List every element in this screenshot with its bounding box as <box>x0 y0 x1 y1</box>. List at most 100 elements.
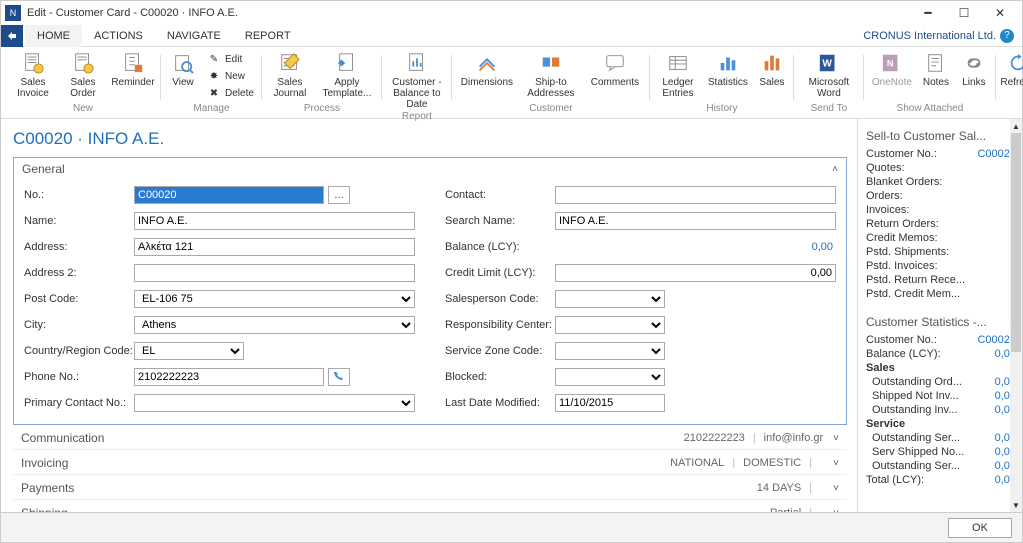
fasttab-communication-title: Communication <box>21 431 104 445</box>
factbox-key: Credit Memos: <box>866 232 938 244</box>
label-salesperson: Salesperson Code: <box>445 293 555 305</box>
ledger-entries-button[interactable]: Ledger Entries <box>654 49 702 99</box>
fasttab-shipping[interactable]: ShippingPartial| ˅ <box>13 502 847 512</box>
scrollbar[interactable]: ▲▼ <box>1010 119 1022 512</box>
refresh-button[interactable]: Refresh <box>1000 49 1023 88</box>
factbox-row[interactable]: Pstd. Invoices:4 <box>866 259 1016 273</box>
fasttab-communication[interactable]: Communication2102222223|info@info.gr˅ <box>13 427 847 450</box>
factbox-row[interactable]: Customer No.:C00020 <box>866 147 1016 161</box>
word-button[interactable]: WMicrosoft Word <box>798 49 860 99</box>
input-search-name[interactable] <box>555 212 836 230</box>
factbox-stats-header[interactable]: Customer Statistics -...˄ <box>866 309 1016 333</box>
sales-button[interactable]: Sales <box>754 49 790 88</box>
minimize-button[interactable]: ━ <box>910 1 946 25</box>
value-last-modified <box>555 394 665 412</box>
factbox-row[interactable]: Quotes:0 <box>866 161 1016 175</box>
dimensions-button[interactable]: Dimensions <box>456 49 518 88</box>
menu-home[interactable]: HOME <box>25 25 82 47</box>
reminder-button[interactable]: Reminder <box>109 49 157 88</box>
factbox-row[interactable]: Shipped Not Inv...0,00 <box>866 389 1016 403</box>
edit-icon: ✎ <box>207 52 221 66</box>
factbox-row[interactable]: Pstd. Credit Mem...0 <box>866 287 1016 301</box>
select-city[interactable]: Athens <box>134 316 415 334</box>
factbox-row[interactable]: Balance (LCY):0,00 <box>866 347 1016 361</box>
menu-actions[interactable]: ACTIONS <box>82 25 155 47</box>
factbox-row[interactable]: Orders:0 <box>866 189 1016 203</box>
apply-template-button[interactable]: Apply Template... <box>316 49 378 99</box>
select-resp-center[interactable] <box>555 316 665 334</box>
menu-navigate[interactable]: NAVIGATE <box>155 25 233 47</box>
select-country[interactable]: EL <box>134 342 244 360</box>
input-credit-limit[interactable] <box>555 264 836 282</box>
label-credit-limit: Credit Limit (LCY): <box>445 267 555 279</box>
factbox-row[interactable]: Credit Memos:0 <box>866 231 1016 245</box>
onenote-button[interactable]: NOneNote <box>868 49 916 88</box>
ship-to-button[interactable]: Ship-to Addresses <box>520 49 582 99</box>
factbox-row[interactable]: Total (LCY):0,00 <box>866 473 1016 487</box>
factbox-key: Outstanding Ser... <box>866 460 960 472</box>
factbox-row[interactable]: Outstanding Ord...0,00 <box>866 375 1016 389</box>
factbox-sellto-header[interactable]: Sell-to Customer Sal...˄ <box>866 123 1016 147</box>
factbox-row[interactable]: Pstd. Return Rece...0 <box>866 273 1016 287</box>
factbox-row[interactable]: Serv Shipped No...0,00 <box>866 445 1016 459</box>
fasttab-invoicing[interactable]: InvoicingNATIONAL|DOMESTIC| ˅ <box>13 452 847 475</box>
app-icon: N <box>5 5 21 21</box>
links-button[interactable]: Links <box>956 49 992 88</box>
sales-invoice-button[interactable]: Sales Invoice <box>9 49 57 99</box>
factbox-row[interactable]: Invoices:0 <box>866 203 1016 217</box>
maximize-button[interactable]: ☐ <box>946 1 982 25</box>
input-no[interactable] <box>134 186 324 204</box>
delete-button[interactable]: ✖Delete <box>203 85 258 101</box>
sales-order-button[interactable]: Sales Order <box>59 49 107 99</box>
ok-button[interactable]: OK <box>948 518 1012 538</box>
order-icon <box>71 51 95 75</box>
group-history-label: History <box>654 102 790 116</box>
help-icon[interactable]: ? <box>1000 29 1014 43</box>
label-no: No.: <box>24 189 134 201</box>
group-new-label: New <box>9 102 157 116</box>
statistics-button[interactable]: Statistics <box>704 49 752 88</box>
scroll-down-icon[interactable]: ▼ <box>1010 498 1022 512</box>
view-button[interactable]: View <box>165 49 201 88</box>
input-name[interactable] <box>134 212 415 230</box>
select-service-zone[interactable] <box>555 342 665 360</box>
select-blocked[interactable] <box>555 368 665 386</box>
comments-button[interactable]: Comments <box>584 49 646 88</box>
fasttab-general-header[interactable]: General ˄ <box>14 158 846 180</box>
factbox-row[interactable]: Service <box>866 417 1016 431</box>
sales-journal-button[interactable]: Sales Journal <box>266 49 314 99</box>
factbox-row[interactable]: Return Orders:0 <box>866 217 1016 231</box>
sales-icon <box>760 51 784 75</box>
factbox-row[interactable]: Customer No.:C00020 <box>866 333 1016 347</box>
select-primary-contact[interactable] <box>134 394 415 412</box>
file-tab[interactable] <box>1 25 23 47</box>
close-button[interactable]: ✕ <box>982 1 1018 25</box>
phone-action-button[interactable] <box>328 368 350 386</box>
onenote-icon: N <box>880 51 904 75</box>
fasttab-invoicing-title: Invoicing <box>21 456 68 470</box>
notes-button[interactable]: Notes <box>918 49 954 88</box>
factbox-row[interactable]: Sales <box>866 361 1016 375</box>
factbox-row[interactable]: Blanket Orders:0 <box>866 175 1016 189</box>
scroll-up-icon[interactable]: ▲ <box>1010 119 1022 133</box>
input-phone[interactable] <box>134 368 324 386</box>
new-button[interactable]: ✸New <box>203 68 258 84</box>
factbox-row[interactable]: Outstanding Ser...0,00 <box>866 431 1016 445</box>
factbox-row[interactable]: Outstanding Ser...0,00 <box>866 459 1016 473</box>
select-salesperson[interactable] <box>555 290 665 308</box>
edit-button[interactable]: ✎Edit <box>203 51 258 67</box>
summary-invoicing-a: NATIONAL <box>670 457 724 469</box>
select-postcode[interactable]: EL-106 75 <box>134 290 415 308</box>
group-process-label: Process <box>266 102 378 116</box>
input-contact[interactable] <box>555 186 836 204</box>
menu-bar: HOME ACTIONS NAVIGATE REPORT CRONUS Inte… <box>1 25 1022 47</box>
factbox-row[interactable]: Outstanding Inv...0,00 <box>866 403 1016 417</box>
lookup-no-button[interactable]: … <box>328 186 350 204</box>
factbox-key: Sales <box>866 362 895 374</box>
factbox-row[interactable]: Pstd. Shipments:5 <box>866 245 1016 259</box>
input-address2[interactable] <box>134 264 415 282</box>
balance-to-date-button[interactable]: Customer - Balance to Date <box>386 49 448 110</box>
fasttab-payments[interactable]: Payments14 DAYS| ˅ <box>13 477 847 500</box>
menu-report[interactable]: REPORT <box>233 25 303 47</box>
input-address[interactable] <box>134 238 415 256</box>
